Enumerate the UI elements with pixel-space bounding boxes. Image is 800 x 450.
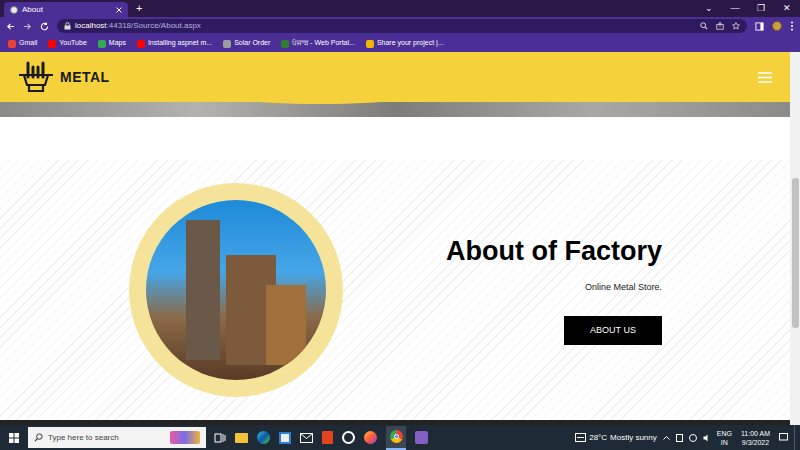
- forward-icon[interactable]: [23, 22, 32, 31]
- bookmark[interactable]: Solar Order: [219, 38, 274, 49]
- search-icon: [34, 433, 43, 442]
- task-view-icon[interactable]: [214, 432, 226, 444]
- edge-icon[interactable]: [257, 431, 270, 444]
- visual-studio-icon[interactable]: [415, 431, 428, 444]
- bookmark-label: Gmail: [19, 38, 37, 49]
- bookmark[interactable]: Share your project |...: [362, 38, 448, 49]
- browser-tab[interactable]: About: [4, 2, 128, 17]
- bookmark-label: Maps: [109, 38, 126, 49]
- new-tab-button[interactable]: +: [128, 3, 150, 17]
- bookmark-favicon-icon: [48, 40, 56, 48]
- bookmark-label: ਪੰਜਾਬ - Web Portal...: [292, 38, 355, 49]
- tab-list: About: [0, 2, 128, 17]
- factory-image-frame: [129, 183, 343, 397]
- address-field[interactable]: localhost:44318/Source/About.aspx: [57, 19, 747, 33]
- bookmark-label: Installing aspnet m...: [148, 38, 212, 49]
- profile-icon[interactable]: [772, 21, 782, 31]
- bookmark[interactable]: YouTube: [44, 38, 91, 49]
- globe-icon: [10, 6, 18, 14]
- bookmarks-bar: Gmail YouTube Maps Installing aspnet m... So…: [0, 35, 800, 52]
- tab-search-button[interactable]: ⌄: [696, 4, 722, 13]
- hamburger-icon[interactable]: [758, 72, 772, 83]
- volume-icon[interactable]: [703, 434, 711, 442]
- weather[interactable]: 28°C Mostly sunny: [575, 432, 657, 444]
- url-path: :44318/Source/About.aspx: [107, 21, 201, 30]
- bookmark-label: Share your project |...: [377, 38, 444, 49]
- sidepanel-icon[interactable]: [755, 22, 764, 31]
- page-content: METAL About of Factory Online Metal Stor…: [0, 52, 790, 425]
- store-icon[interactable]: [279, 432, 291, 444]
- tray-chevron-icon[interactable]: [663, 435, 670, 440]
- bookmark-label: Solar Order: [234, 38, 270, 49]
- office-icon[interactable]: [322, 431, 333, 444]
- region: IN: [721, 438, 728, 447]
- tab-label: About: [22, 4, 43, 16]
- taskbar: Type here to search 28°C Mostly sunny EN…: [0, 425, 800, 450]
- reload-icon[interactable]: [40, 22, 49, 31]
- bookmark-favicon-icon: [281, 40, 289, 48]
- chrome-icon[interactable]: [386, 426, 406, 450]
- about-section: About of Factory Online Metal Store. ABO…: [0, 160, 790, 420]
- firefox-icon[interactable]: [364, 431, 377, 444]
- zoom-icon[interactable]: [700, 22, 708, 30]
- tab-strip: About + ⌄—❐✕: [0, 0, 800, 17]
- media-icon[interactable]: [342, 431, 355, 444]
- bookmark-favicon-icon: [137, 40, 145, 48]
- bookmark[interactable]: Maps: [94, 38, 130, 49]
- menu-dots-icon[interactable]: [790, 21, 794, 31]
- star-icon[interactable]: [732, 22, 740, 30]
- bookmark[interactable]: Installing aspnet m...: [133, 38, 216, 49]
- weather-text: Mostly sunny: [610, 432, 657, 444]
- language: ENG: [717, 429, 732, 438]
- window-controls: ⌄—❐✕: [696, 0, 800, 17]
- logo-icon[interactable]: [18, 61, 54, 93]
- mail-icon[interactable]: [300, 433, 313, 443]
- taskbar-apps: [214, 426, 428, 450]
- minimize-button[interactable]: —: [722, 4, 748, 13]
- tab-close-icon[interactable]: [116, 7, 122, 13]
- bookmark[interactable]: ਪੰਜਾਬ - Web Portal...: [277, 38, 359, 49]
- about-title: About of Factory: [446, 235, 662, 267]
- taskbar-search[interactable]: Type here to search: [28, 427, 206, 448]
- scrollbar[interactable]: [790, 52, 800, 425]
- back-icon[interactable]: [6, 22, 15, 31]
- url-host: localhost: [75, 21, 107, 30]
- toolbar: localhost:44318/Source/About.aspx: [0, 17, 800, 35]
- language-indicator[interactable]: ENG IN: [717, 429, 732, 447]
- globe-icon[interactable]: [689, 434, 697, 442]
- bookmark-label: YouTube: [59, 38, 87, 49]
- about-us-button[interactable]: ABOUT US: [564, 316, 662, 345]
- brand-name[interactable]: METAL: [60, 67, 110, 88]
- clock[interactable]: 11:00 AM 9/3/2022: [738, 429, 773, 447]
- bookmark-favicon-icon: [223, 40, 231, 48]
- site-header: METAL: [0, 52, 790, 117]
- scrollbar-thumb[interactable]: [792, 178, 799, 328]
- weather-temp: 28°C: [589, 432, 607, 444]
- factory-photo: [146, 200, 326, 380]
- bookmark-favicon-icon: [8, 40, 16, 48]
- bookmark[interactable]: Gmail: [4, 38, 41, 49]
- close-button[interactable]: ✕: [774, 4, 800, 13]
- network-icon[interactable]: [676, 434, 683, 442]
- clock-time: 11:00 AM: [741, 429, 770, 438]
- lock-icon[interactable]: [64, 22, 71, 30]
- clock-date: 9/3/2022: [742, 438, 769, 447]
- about-subtitle: Online Metal Store.: [585, 281, 662, 295]
- bookmark-favicon-icon: [366, 40, 374, 48]
- system-tray: 28°C Mostly sunny ENG IN 11:00 AM 9/3/20…: [575, 425, 800, 450]
- notifications-icon[interactable]: [779, 433, 788, 442]
- file-explorer-icon[interactable]: [235, 433, 248, 443]
- page-viewport: METAL About of Factory Online Metal Stor…: [0, 52, 800, 425]
- weather-icon: [575, 433, 586, 442]
- bookmark-favicon-icon: [98, 40, 106, 48]
- about-text: About of Factory Online Metal Store. ABO…: [446, 235, 662, 345]
- restore-button[interactable]: ❐: [748, 4, 774, 13]
- search-placeholder: Type here to search: [48, 432, 119, 444]
- share-icon[interactable]: [716, 22, 724, 30]
- windows-start-icon[interactable]: [9, 433, 19, 443]
